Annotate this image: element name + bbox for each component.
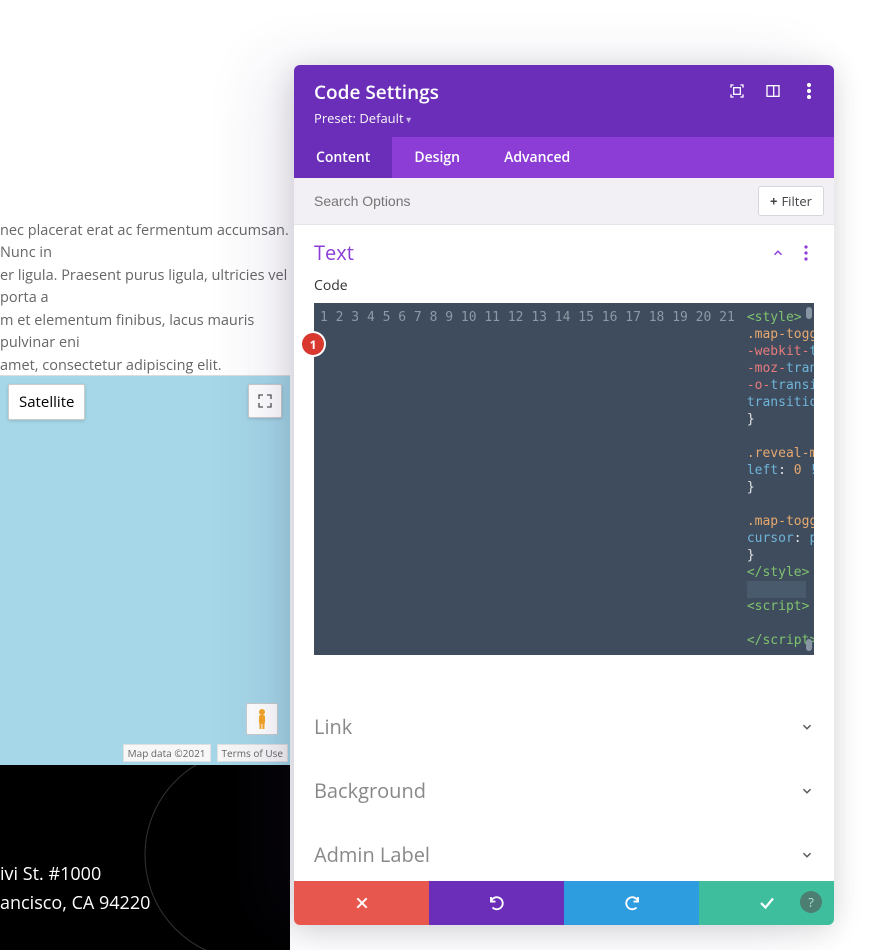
expand-icon[interactable] [728, 82, 746, 100]
section-link[interactable]: Link [314, 695, 814, 759]
chevron-down-icon [800, 784, 814, 798]
redo-button[interactable] [564, 881, 699, 925]
editor-scrollbar[interactable] [806, 639, 812, 651]
help-bubble[interactable]: ? [800, 891, 822, 913]
section-admin-label[interactable]: Admin Label [314, 823, 814, 881]
section-text-title: Text [314, 239, 354, 266]
code-editor-gutter: 1 2 3 4 5 6 7 8 9 10 11 12 13 14 15 16 1… [314, 303, 743, 655]
code-settings-modal: Code Settings Preset: Default Content De… [294, 65, 834, 925]
options-search-bar: +Filter [294, 178, 834, 225]
section-menu-icon[interactable] [798, 245, 814, 261]
tab-content[interactable]: Content [294, 137, 392, 178]
tab-design[interactable]: Design [392, 137, 482, 178]
map-fullscreen-button[interactable] [248, 384, 282, 418]
page-paragraph: nec placerat erat ac fermentum accumsan.… [0, 220, 290, 377]
background-map: Satellite Map data ©2021 Terms of Use [0, 375, 290, 765]
editor-scrollbar[interactable] [806, 307, 812, 319]
map-data-credit: Map data ©2021 [123, 744, 211, 762]
section-background[interactable]: Background [314, 759, 814, 823]
fullscreen-icon [257, 393, 273, 409]
chevron-down-icon [800, 848, 814, 862]
chevron-down-icon [800, 720, 814, 734]
map-pegman[interactable] [246, 703, 278, 735]
map-terms-link[interactable]: Terms of Use [217, 744, 288, 762]
background-footer-panel: ivi St. #1000 ancisco, CA 94220 [0, 765, 290, 950]
map-satellite-toggle[interactable]: Satellite [8, 384, 85, 420]
snap-icon[interactable] [764, 82, 782, 100]
check-icon [758, 894, 776, 912]
collapse-section-icon[interactable] [770, 245, 786, 261]
undo-button[interactable] [429, 881, 564, 925]
code-editor-content[interactable]: <style> .map-toggle-row { -webkit-transi… [743, 303, 814, 655]
tab-advanced[interactable]: Advanced [482, 137, 592, 178]
modal-footer [294, 881, 834, 925]
undo-icon [488, 894, 506, 912]
filter-button[interactable]: +Filter [758, 186, 824, 216]
close-icon [354, 895, 370, 911]
kebab-menu-icon[interactable] [800, 82, 818, 100]
cancel-button[interactable] [294, 881, 429, 925]
code-field-label: Code [314, 276, 814, 295]
step-marker-1: 1 [302, 333, 324, 355]
redo-icon [623, 894, 641, 912]
preset-dropdown[interactable]: Preset: Default [314, 109, 814, 127]
code-editor[interactable]: 1 2 3 4 5 6 7 8 9 10 11 12 13 14 15 16 1… [314, 303, 814, 655]
search-input[interactable] [314, 193, 758, 209]
modal-tabs: Content Design Advanced [294, 137, 834, 178]
pegman-icon [256, 708, 268, 730]
modal-header: Code Settings Preset: Default [294, 65, 834, 137]
